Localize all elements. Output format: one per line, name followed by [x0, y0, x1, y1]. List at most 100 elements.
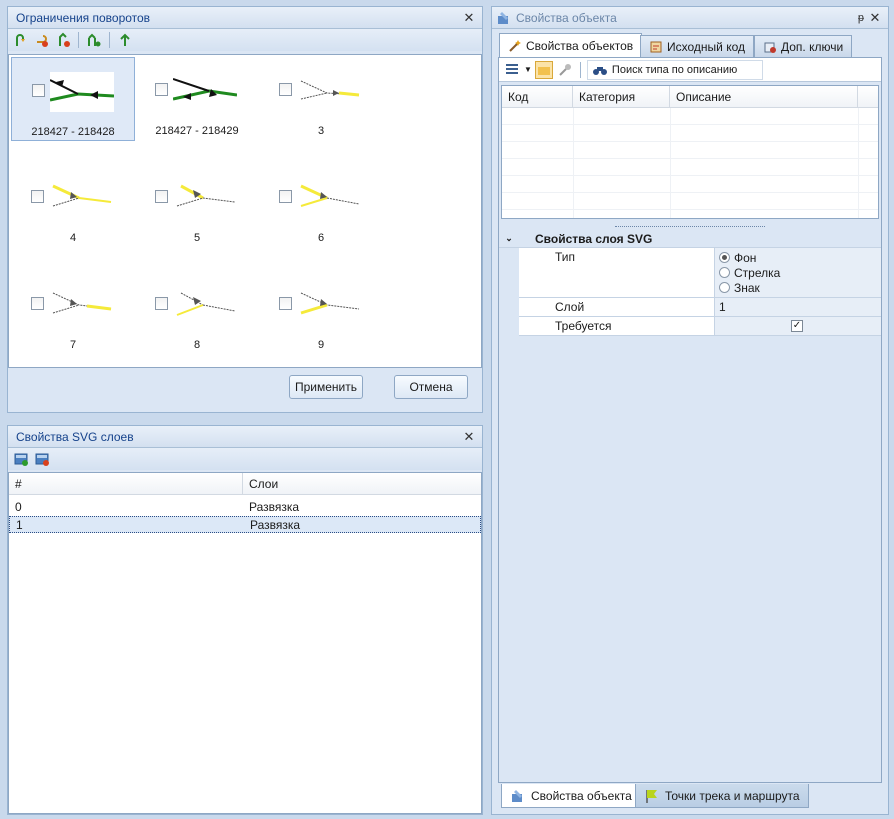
toolbar-separator [579, 61, 581, 78]
radio-dot [719, 282, 730, 293]
tab-track-points[interactable]: Точки трека и маршрута [635, 784, 809, 808]
turn-diagram-icon [176, 184, 236, 207]
turn-checkbox[interactable] [155, 83, 168, 96]
add-layer-icon[interactable] [12, 450, 30, 468]
pin-tool-icon[interactable] [556, 61, 574, 79]
turn-item[interactable]: 7 [11, 271, 135, 355]
turn-diagram-icon [300, 80, 360, 100]
object-properties-panel: Свойства объекта ᵽ ✕ Свойства объектов И… [491, 6, 889, 815]
turn-item-label: 5 [193, 232, 201, 244]
turn-item[interactable]: 6 [259, 164, 383, 248]
tab-source-code[interactable]: Исходный код [640, 35, 754, 57]
cancel-button[interactable]: Отмена [394, 375, 468, 399]
turn-item[interactable]: 218427 - 218428 [11, 57, 135, 141]
turn-checkbox[interactable] [279, 297, 292, 310]
required-checkbox[interactable]: ✓ [791, 320, 803, 332]
flag-icon [646, 789, 657, 803]
properties-icon [512, 789, 522, 802]
turn-item[interactable]: 3 [259, 57, 383, 141]
types-table: Код Категория Описание [501, 85, 879, 219]
column-header[interactable]: Код [502, 86, 573, 107]
turn-item[interactable]: 218427 - 218429 [135, 57, 259, 141]
turn-diagram-icon [300, 292, 360, 315]
turn-all-icon[interactable] [85, 31, 103, 49]
section-header[interactable]: ⌄ Свойства слоя SVG [499, 230, 881, 248]
turn-diagram-icon [50, 72, 114, 112]
turn-checkbox[interactable] [155, 190, 168, 203]
list-icon[interactable] [503, 61, 521, 79]
radio-background[interactable]: Фон [719, 250, 881, 265]
empty-rows [502, 108, 878, 218]
turn-item-label: 8 [193, 339, 201, 351]
turn-grid: 218427 - 218428 218427 - 218429 3 4 5 6 [8, 54, 482, 368]
column-header[interactable]: Слои [243, 473, 481, 494]
folder-icon[interactable] [534, 60, 553, 79]
binoculars-icon [592, 66, 607, 75]
object-toolbar: ▼ Поиск типа по описанию [499, 58, 881, 82]
table-header: # Слои [9, 473, 481, 495]
type-radio-group: Фон Стрелка Знак [715, 248, 881, 297]
table-header: Код Категория Описание [502, 86, 878, 108]
turn-remove-icon[interactable] [54, 31, 72, 49]
table-row[interactable]: 0 Развязка [9, 499, 481, 516]
turn-item-label: 3 [317, 125, 325, 137]
turn-item-label: 7 [69, 339, 77, 351]
chevron-collapse-icon[interactable]: ⌄ [499, 233, 519, 244]
turn-checkbox[interactable] [32, 84, 45, 97]
radio-sign[interactable]: Знак [719, 280, 881, 295]
close-icon[interactable]: ✕ [462, 426, 476, 448]
turn-left-icon[interactable] [12, 31, 30, 49]
tab-extra-keys[interactable]: Доп. ключи [754, 35, 853, 57]
turn-diagram-icon [176, 292, 236, 316]
radio-dot [719, 267, 730, 278]
layers-table: # Слои 0 Развязка 1 Развязка [8, 472, 482, 814]
turn-restrictions-panel: Ограничения поворотов ✕ 218427 - 218428 … [7, 6, 483, 413]
table-row[interactable]: 1 Развязка [9, 516, 481, 533]
toolbar-separator [109, 32, 110, 48]
code-icon [650, 41, 662, 52]
panel-title: Свойства объекта ᵽ ✕ [492, 7, 888, 29]
tab-object-properties[interactable]: Свойства объектов [499, 33, 643, 57]
turn-checkbox[interactable] [155, 297, 168, 310]
radio-dot [719, 252, 730, 263]
turn-toolbar [8, 29, 482, 51]
prop-row-required: Требуется ✓ [519, 317, 881, 336]
panel-title: Ограничения поворотов ✕ [8, 7, 482, 29]
close-icon[interactable]: ✕ [868, 7, 882, 29]
chevron-down-icon[interactable]: ▼ [524, 65, 532, 74]
arrow-up-icon[interactable] [116, 31, 134, 49]
turn-item[interactable]: 4 [11, 164, 135, 248]
turn-item[interactable]: 9 [259, 271, 383, 355]
object-content: ▼ Поиск типа по описанию Код Категория О… [498, 57, 882, 783]
prop-row-type: Тип Фон Стрелка Знак [519, 248, 881, 298]
tab-object-properties-bottom[interactable]: Свойства объекта [501, 784, 641, 808]
turn-checkbox[interactable] [31, 297, 44, 310]
search-type-button[interactable]: Поиск типа по описанию [586, 59, 763, 80]
turn-checkbox[interactable] [31, 190, 44, 203]
turn-diagram-icon [52, 184, 112, 207]
turn-item-label: 218427 - 218428 [31, 126, 115, 138]
keys-icon [764, 42, 776, 53]
column-header[interactable]: Категория [573, 86, 670, 107]
turn-checkbox[interactable] [279, 190, 292, 203]
splitter-handle[interactable] [615, 221, 765, 227]
close-icon[interactable]: ✕ [462, 7, 476, 29]
prop-row-layer: Слой 1 [519, 298, 881, 317]
wand-icon [509, 39, 521, 52]
turn-right-icon[interactable] [33, 31, 51, 49]
turn-diagram-icon [52, 292, 112, 314]
properties-icon [498, 11, 508, 24]
svg-layers-panel: Свойства SVG слоев ✕ # Слои 0 Развязка 1… [7, 425, 483, 815]
turn-item[interactable]: 5 [135, 164, 259, 248]
turn-item-label: 6 [317, 232, 325, 244]
radio-arrow[interactable]: Стрелка [719, 265, 881, 280]
pin-icon[interactable]: ᵽ [858, 7, 864, 29]
turn-item[interactable]: 8 [135, 271, 259, 355]
column-header[interactable]: Описание [670, 86, 858, 107]
turn-checkbox[interactable] [279, 83, 292, 96]
remove-layer-icon[interactable] [33, 450, 51, 468]
layer-value[interactable]: 1 [715, 298, 881, 316]
turn-diagram-icon [300, 184, 360, 207]
apply-button[interactable]: Применить [289, 375, 363, 399]
column-header[interactable]: # [9, 473, 243, 494]
